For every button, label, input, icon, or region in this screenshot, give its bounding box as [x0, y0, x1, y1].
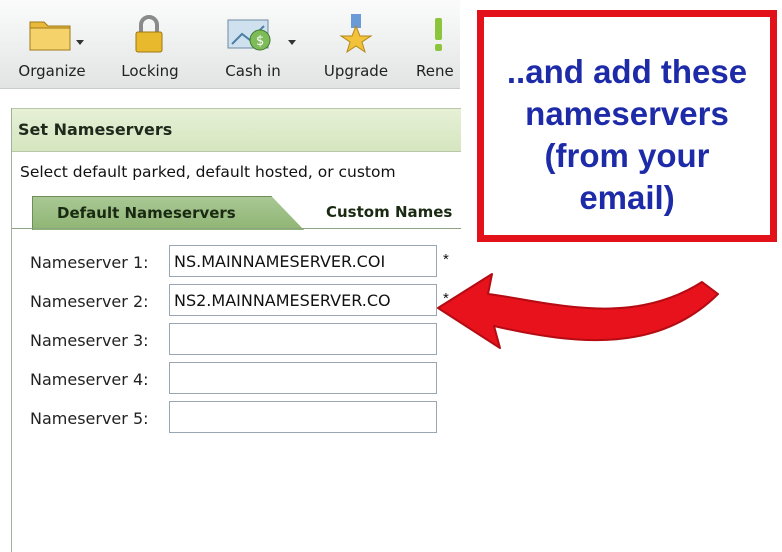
folder-icon — [29, 21, 71, 51]
nameserver-2-input[interactable] — [169, 284, 437, 316]
callout-line-1: ..and add these — [506, 53, 748, 90]
lock-icon — [135, 15, 163, 53]
renew-label: Rene — [416, 62, 454, 80]
callout-text: ..and add these nameservers (from your e… — [484, 51, 770, 219]
cash-icon: $ — [227, 19, 271, 51]
instruction-callout: ..and add these nameservers (from your e… — [477, 10, 777, 242]
svg-text:$: $ — [256, 34, 264, 49]
nameserver-row-3: Nameserver 3: — [12, 323, 461, 357]
tab-label: Custom Names — [326, 203, 453, 221]
tab-custom-nameservers[interactable]: Custom Names — [308, 196, 468, 229]
organize-label: Organize — [18, 62, 86, 80]
red-arrow-icon — [437, 273, 719, 349]
nameserver-1-label: Nameserver 1: — [30, 253, 149, 272]
callout-line-2: nameservers — [525, 95, 729, 132]
organize-button[interactable]: Organize — [10, 10, 94, 84]
nameserver-row-4: Nameserver 4: — [12, 362, 461, 396]
cashin-button[interactable]: $ Cash in — [208, 10, 298, 84]
renew-icon — [435, 18, 442, 51]
set-nameservers-panel: Set Nameservers Select default parked, d… — [11, 108, 468, 552]
renew-button[interactable]: Rene — [412, 10, 460, 84]
nameserver-1-input[interactable] — [169, 245, 437, 277]
nameserver-5-input[interactable] — [169, 401, 437, 433]
panel-header: Set Nameservers — [12, 108, 461, 152]
nameserver-2-label: Nameserver 2: — [30, 292, 149, 311]
panel-description: Select default parked, default hosted, o… — [20, 163, 396, 181]
cashin-label: Cash in — [225, 62, 281, 80]
nameserver-row-5: Nameserver 5: — [12, 401, 461, 435]
locking-button[interactable]: Locking — [110, 10, 190, 84]
locking-label: Locking — [121, 62, 179, 80]
nameserver-row-1: Nameserver 1: * — [12, 245, 461, 279]
upgrade-button[interactable]: Upgrade — [316, 10, 396, 84]
chevron-down-icon — [76, 40, 84, 45]
chevron-down-icon — [288, 40, 296, 45]
required-marker: * — [443, 251, 449, 268]
nameserver-5-label: Nameserver 5: — [30, 409, 149, 428]
tab-divider — [12, 228, 461, 229]
nameserver-4-input[interactable] — [169, 362, 437, 394]
callout-line-4: email) — [579, 179, 675, 216]
tab-default-nameservers[interactable]: Default Nameservers — [32, 196, 304, 230]
nameserver-3-input[interactable] — [169, 323, 437, 355]
callout-line-3: (from your — [544, 137, 710, 174]
nameserver-3-label: Nameserver 3: — [30, 331, 149, 350]
page-title: Set Nameservers — [18, 120, 173, 139]
upgrade-label: Upgrade — [323, 62, 389, 80]
nameserver-4-label: Nameserver 4: — [30, 370, 149, 389]
upgrade-star-icon — [339, 14, 373, 54]
toolbar: Organize Locking $ Cash in Upgrade Rene — [0, 0, 460, 89]
nameserver-row-2: Nameserver 2: * — [12, 284, 461, 318]
tab-label: Default Nameservers — [57, 204, 236, 222]
